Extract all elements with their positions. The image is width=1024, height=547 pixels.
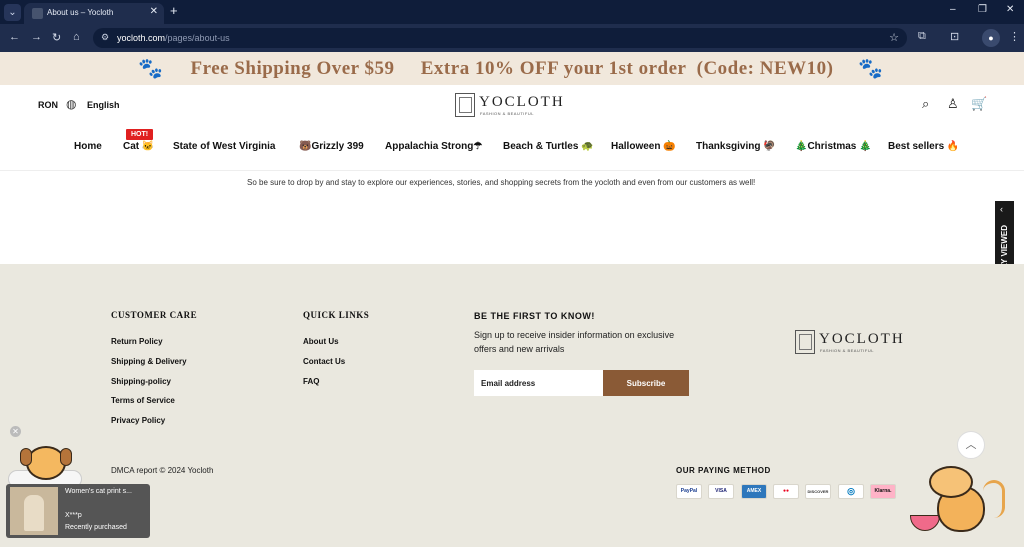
footer-link-shipping-policy[interactable]: Shipping-policy bbox=[111, 377, 171, 386]
nav-item-beach-turtles[interactable]: Beach & Turtles 🐢 bbox=[503, 141, 594, 152]
browser-tab-active[interactable]: About us – Yocloth ✕ bbox=[24, 3, 164, 24]
browser-menu-icon[interactable]: ⋮ bbox=[1009, 30, 1020, 43]
main-navigation: Home Cat 🐱 State of West Virginia 🐻Grizz… bbox=[0, 141, 1024, 157]
footer-link-privacy[interactable]: Privacy Policy bbox=[111, 416, 165, 425]
footer-link-about-us[interactable]: About Us bbox=[303, 337, 339, 346]
footer-link-return-policy[interactable]: Return Policy bbox=[111, 337, 163, 346]
new-tab-plus-icon[interactable]: + bbox=[170, 3, 178, 18]
popup-buyer-name: X***p bbox=[65, 512, 82, 519]
quick-links-title: QUICK LINKS bbox=[303, 310, 370, 320]
store-header: RON ◍ English YOCLOTH FASHION & BEAUTIFU… bbox=[0, 85, 1024, 171]
footer-link-contact-us[interactable]: Contact Us bbox=[303, 357, 345, 366]
url-path: /pages/about-us bbox=[165, 33, 230, 43]
tab-list-chevron-icon[interactable]: ⌄ bbox=[4, 4, 21, 21]
tab-title: About us – Yocloth bbox=[47, 8, 114, 17]
chevron-up-icon: ︿ bbox=[965, 439, 977, 451]
extensions-puzzle-icon[interactable]: ⧉ bbox=[918, 30, 926, 43]
popup-status: Recently purchased bbox=[65, 524, 127, 531]
paypal-icon: PayPal bbox=[676, 484, 702, 499]
address-bar[interactable]: ⚙ yocloth.com/pages/about-us ☆ bbox=[93, 28, 907, 48]
nav-item-christmas[interactable]: 🎄Christmas 🎄 bbox=[795, 141, 872, 152]
paw-print-icon: 🐾 bbox=[858, 58, 883, 80]
home-icon[interactable]: ⌂ bbox=[73, 31, 80, 43]
forward-arrow-icon[interactable]: → bbox=[31, 31, 42, 43]
logo-mark-icon bbox=[795, 330, 815, 354]
nav-item-halloween[interactable]: Halloween 🎃 bbox=[611, 141, 676, 152]
nav-item-home[interactable]: Home bbox=[74, 141, 102, 152]
dog-mascot-icon bbox=[18, 442, 74, 484]
scroll-to-top-button[interactable]: ︿ bbox=[957, 431, 985, 459]
tab-close-icon[interactable]: ✕ bbox=[150, 6, 158, 17]
newsletter-title: BE THE FIRST TO KNOW! bbox=[474, 311, 595, 321]
nav-item-thanksgiving[interactable]: Thanksgiving 🦃 bbox=[696, 141, 776, 152]
logo-mark-icon bbox=[455, 93, 475, 117]
copyright-text: DMCA report © 2024 Yocloth bbox=[111, 466, 214, 475]
discover-icon: DISCOVER bbox=[805, 484, 831, 499]
window-close-icon[interactable]: ✕ bbox=[1006, 4, 1014, 15]
logo-tagline: FASHION & BEAUTIFUL bbox=[480, 111, 534, 116]
visa-icon: VISA bbox=[708, 484, 734, 499]
klarna-icon: Klarna. bbox=[870, 484, 896, 499]
mastercard-icon: ●● bbox=[773, 484, 799, 499]
search-icon[interactable]: ⌕ bbox=[922, 96, 929, 112]
promo-banner: 🐾 Free Shipping Over $59 Extra 10% OFF y… bbox=[0, 52, 1024, 85]
product-thumbnail[interactable] bbox=[10, 487, 58, 535]
nav-item-grizzly-399[interactable]: 🐻Grizzly 399 bbox=[299, 141, 364, 152]
account-icon[interactable]: ♙ bbox=[947, 96, 959, 112]
customer-care-title: CUSTOMER CARE bbox=[111, 310, 198, 320]
footer-link-shipping-delivery[interactable]: Shipping & Delivery bbox=[111, 357, 187, 366]
popup-close-icon[interactable]: ✕ bbox=[10, 426, 21, 437]
nav-item-west-virginia[interactable]: State of West Virginia bbox=[173, 141, 275, 152]
media-icon[interactable]: ⊡ bbox=[950, 30, 959, 43]
footer-link-terms[interactable]: Terms of Service bbox=[111, 396, 175, 405]
about-paragraph: So be sure to drop by and stay to explor… bbox=[247, 178, 756, 187]
nav-item-appalachia-strong[interactable]: Appalachia Strong☂ bbox=[385, 141, 482, 152]
footer-logo[interactable]: YOCLOTH FASHION & BEAUTIFUL bbox=[795, 330, 905, 356]
bookmark-star-icon[interactable]: ☆ bbox=[889, 31, 899, 44]
diners-club-icon: ◎ bbox=[838, 484, 864, 499]
nav-item-best-sellers[interactable]: Best sellers 🔥 bbox=[888, 141, 959, 152]
profile-avatar-icon[interactable]: ● bbox=[982, 29, 1000, 47]
amex-icon: AMEX bbox=[741, 484, 767, 499]
footer-link-faq[interactable]: FAQ bbox=[303, 377, 319, 386]
browser-tab-bar: ⌄ About us – Yocloth ✕ + – ❐ ✕ bbox=[0, 0, 1024, 24]
nav-item-cat[interactable]: Cat 🐱 bbox=[123, 141, 154, 152]
language-selector[interactable]: English bbox=[87, 100, 120, 110]
logo-name: YOCLOTH bbox=[479, 94, 565, 110]
popup-product-name[interactable]: Women's cat print s... bbox=[65, 488, 132, 495]
browser-toolbar: ← → ↻ ⌂ ⚙ yocloth.com/pages/about-us ☆ ⧉… bbox=[0, 24, 1024, 52]
store-logo[interactable]: YOCLOTH FASHION & BEAUTIFUL bbox=[455, 93, 565, 119]
newsletter-description: Sign up to receive insider information o… bbox=[474, 330, 675, 354]
hot-badge: HOT! bbox=[126, 129, 153, 140]
cart-icon[interactable]: 🛒 bbox=[971, 96, 987, 112]
currency-selector[interactable]: RON bbox=[38, 100, 58, 110]
chevron-left-icon: ‹ bbox=[1000, 204, 1003, 214]
restore-icon[interactable]: ❐ bbox=[978, 4, 987, 15]
favicon-icon bbox=[32, 8, 43, 19]
back-arrow-icon[interactable]: ← bbox=[9, 31, 20, 43]
globe-icon: ◍ bbox=[66, 97, 77, 111]
paying-method-title: OUR PAYING METHOD bbox=[676, 466, 771, 475]
site-info-icon[interactable]: ⚙ bbox=[101, 32, 109, 43]
footer-logo-name: YOCLOTH bbox=[819, 331, 905, 347]
url-host: yocloth.com bbox=[117, 33, 166, 43]
recently-purchased-popup[interactable]: Women's cat print s... X***p Recently pu… bbox=[6, 484, 150, 538]
subscribe-button[interactable]: Subscribe bbox=[603, 370, 689, 396]
site-footer: CUSTOMER CARE Return Policy Shipping & D… bbox=[0, 264, 1024, 547]
cat-mascot-icon bbox=[925, 462, 1015, 537]
url-text[interactable]: yocloth.com/pages/about-us bbox=[117, 33, 230, 43]
footer-logo-tagline: FASHION & BEAUTIFUL bbox=[820, 348, 874, 353]
reload-icon[interactable]: ↻ bbox=[52, 31, 61, 44]
email-field[interactable] bbox=[474, 370, 603, 396]
minimize-icon[interactable]: – bbox=[950, 4, 956, 15]
